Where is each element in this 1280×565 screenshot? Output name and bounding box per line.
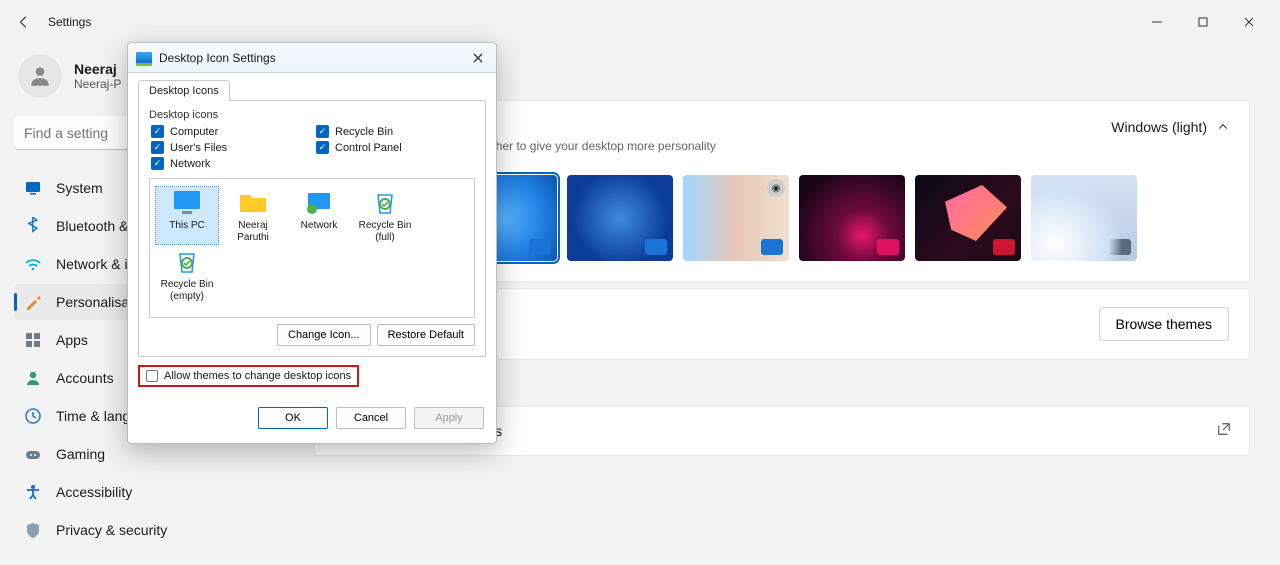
- checkbox-computer[interactable]: ✓ Computer: [151, 125, 308, 138]
- sidebar-item-label: Personalisat: [56, 294, 133, 310]
- system-icon: [24, 179, 42, 197]
- icon-label: Neeraj Paruthi: [222, 220, 284, 244]
- folder-icon: [236, 187, 270, 217]
- theme-tile-4[interactable]: [799, 175, 905, 261]
- accounts-icon: [24, 369, 42, 387]
- sidebar-item-label: Apps: [56, 332, 88, 348]
- bin-icon: [368, 187, 402, 217]
- user-name: Neeraj: [74, 61, 121, 77]
- personalise-icon: [24, 293, 42, 311]
- icon-this-pc[interactable]: This PC: [156, 187, 218, 244]
- icon-recycle-bin-empty-[interactable]: Recycle Bin (empty): [156, 246, 218, 303]
- bin-icon: [170, 246, 204, 276]
- checkbox-recycle-bin[interactable]: ✓ Recycle Bin: [316, 125, 473, 138]
- desktop-icon-settings-dialog: Desktop Icon Settings Desktop Icons Desk…: [127, 42, 497, 444]
- theme-accent-swatch: [645, 239, 667, 255]
- icon-network[interactable]: Network: [288, 187, 350, 244]
- checkbox-icon: ✓: [151, 125, 164, 138]
- sidebar-item-label: System: [56, 180, 103, 196]
- checkbox-label: Recycle Bin: [335, 126, 393, 138]
- sidebar-item-label: Time & lang: [56, 408, 130, 424]
- desktop-icons-group-label: Desktop icons: [149, 109, 475, 121]
- dialog-close-button[interactable]: [468, 48, 488, 68]
- browse-themes-button[interactable]: Browse themes: [1099, 307, 1229, 341]
- checkbox-label: Control Panel: [335, 142, 402, 154]
- chevron-up-icon: [1217, 121, 1229, 133]
- sidebar-item-label: Gaming: [56, 446, 105, 462]
- sidebar-item-accessibility[interactable]: Accessibility: [14, 474, 286, 510]
- sidebar-item-privacy[interactable]: Privacy & security: [14, 512, 286, 548]
- theme-tile-6[interactable]: [1031, 175, 1137, 261]
- theme-accent-swatch: [761, 239, 783, 255]
- sidebar-item-label: Privacy & security: [56, 522, 167, 538]
- back-button[interactable]: [8, 6, 40, 38]
- gaming-icon: [24, 445, 42, 463]
- checkbox-network[interactable]: ✓ Network: [151, 157, 308, 170]
- change-icon-button[interactable]: Change Icon...: [277, 324, 371, 346]
- accessibility-icon: [24, 483, 42, 501]
- sidebar-item-label: Bluetooth &: [56, 218, 128, 234]
- sidebar-item-label: Accessibility: [56, 484, 132, 500]
- restore-default-button[interactable]: Restore Default: [377, 324, 475, 346]
- bluetooth-icon: [24, 217, 42, 235]
- checkbox-label: User's Files: [170, 142, 227, 154]
- minimize-button[interactable]: [1134, 6, 1180, 38]
- checkbox-icon: ✓: [316, 141, 329, 154]
- checkbox-icon: ✓: [151, 141, 164, 154]
- allow-themes-checkbox[interactable]: [146, 370, 158, 382]
- avatar-icon: [18, 54, 62, 98]
- icon-label: This PC: [156, 220, 218, 232]
- window-title: Settings: [48, 15, 91, 29]
- dialog-title: Desktop Icon Settings: [159, 51, 276, 65]
- checkbox-user-s-files[interactable]: ✓ User's Files: [151, 141, 308, 154]
- checkbox-label: Computer: [170, 126, 218, 138]
- theme-tile-3[interactable]: ◉: [683, 175, 789, 261]
- wifi-icon: [24, 255, 42, 273]
- ok-button[interactable]: OK: [258, 407, 328, 429]
- theme-accent-swatch: [877, 239, 899, 255]
- theme-picker-toggle[interactable]: Windows (light): [1111, 119, 1229, 135]
- privacy-icon: [24, 521, 42, 539]
- camera-icon: ◉: [767, 179, 785, 197]
- cancel-button[interactable]: Cancel: [336, 407, 406, 429]
- allow-themes-label: Allow themes to change desktop icons: [164, 370, 351, 382]
- theme-accent-swatch: [993, 239, 1015, 255]
- theme-tile-5[interactable]: [915, 175, 1021, 261]
- icon-label: Recycle Bin (full): [354, 220, 416, 244]
- dialog-app-icon: [136, 52, 152, 64]
- time-icon: [24, 407, 42, 425]
- theme-accent-swatch: [1109, 239, 1131, 255]
- pc-icon: [170, 187, 204, 217]
- apps-icon: [24, 331, 42, 349]
- allow-themes-checkbox-row[interactable]: Allow themes to change desktop icons: [138, 365, 359, 387]
- current-theme-name: Windows (light): [1111, 119, 1207, 135]
- tab-desktop-icons[interactable]: Desktop Icons: [138, 80, 230, 101]
- checkbox-label: Network: [170, 158, 210, 170]
- icon-label: Recycle Bin (empty): [156, 279, 218, 303]
- theme-tile-2[interactable]: [567, 175, 673, 261]
- close-button[interactable]: [1226, 6, 1272, 38]
- user-sub: Neeraj-P: [74, 77, 121, 91]
- sidebar-item-label: Network & i: [56, 256, 128, 272]
- open-external-icon: [1217, 422, 1231, 441]
- sidebar-item-label: Accounts: [56, 370, 114, 386]
- checkbox-icon: ✓: [151, 157, 164, 170]
- icon-neeraj-paruthi[interactable]: Neeraj Paruthi: [222, 187, 284, 244]
- icon-recycle-bin-full-[interactable]: Recycle Bin (full): [354, 187, 416, 244]
- net-icon: [302, 187, 336, 217]
- maximize-button[interactable]: [1180, 6, 1226, 38]
- apply-button[interactable]: Apply: [414, 407, 484, 429]
- icon-label: Network: [288, 220, 350, 232]
- theme-accent-swatch: [529, 239, 551, 255]
- checkbox-icon: ✓: [316, 125, 329, 138]
- checkbox-control-panel[interactable]: ✓ Control Panel: [316, 141, 473, 154]
